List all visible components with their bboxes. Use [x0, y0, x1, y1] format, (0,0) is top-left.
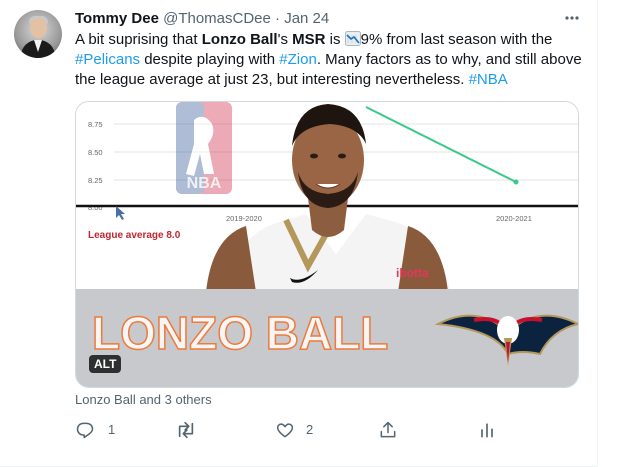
- chart-decreasing-icon: [344, 31, 361, 46]
- alt-text-button[interactable]: ALT: [89, 355, 122, 373]
- y-tick-label: 8.50: [88, 148, 103, 157]
- heart-icon: [276, 423, 294, 438]
- retweet-icon: [178, 421, 194, 439]
- banner-title: LONZO BALL: [92, 307, 388, 359]
- analytics-icon: [481, 423, 493, 438]
- tweet-date[interactable]: Jan 24: [284, 10, 329, 27]
- reply-icon: [76, 422, 94, 439]
- more-options-icon[interactable]: [562, 8, 582, 28]
- reply-count: 1: [108, 422, 116, 437]
- hashtag-nba[interactable]: #NBA: [469, 71, 508, 88]
- author-handle[interactable]: @ThomasCDee: [163, 10, 271, 27]
- nba-logo-text: NBA: [187, 175, 222, 192]
- y-tick-label: 8.75: [88, 120, 103, 129]
- hashtag-pelicans[interactable]: #Pelicans: [75, 51, 140, 68]
- text-part: is: [325, 31, 345, 48]
- text-part: despite playing with: [140, 51, 280, 68]
- trend-point: [513, 179, 519, 185]
- header-separator: ·: [275, 10, 281, 27]
- y-tick-label: 8.25: [88, 176, 103, 185]
- avatar-face: [30, 18, 47, 38]
- author-name[interactable]: Tommy Dee: [75, 10, 159, 27]
- like-count: 2: [306, 422, 314, 437]
- league-average-label: League average 8.0: [88, 230, 181, 241]
- text-part: A bit suprising that: [75, 31, 202, 48]
- author-avatar[interactable]: [14, 10, 62, 58]
- tweet-text: A bit suprising that Lonzo Ball's MSR is…: [75, 30, 583, 90]
- tweet-media-image[interactable]: NBA 8.75 8.50 8.25 8.00 2019-2020 2020-2…: [75, 101, 579, 388]
- timeline-divider: [597, 0, 598, 467]
- reply-button[interactable]: 1: [75, 418, 135, 442]
- share-icon: [380, 421, 396, 438]
- share-button[interactable]: [378, 418, 408, 442]
- retweet-button[interactable]: [175, 418, 235, 442]
- y-tick-label: 8.00: [88, 203, 103, 212]
- x-tick-label: 2019-2020: [226, 214, 262, 223]
- mention-lonzo-ball: Lonzo Ball: [201, 31, 278, 48]
- liked-by-text[interactable]: Lonzo Ball and 3 others: [75, 392, 212, 408]
- tweet-card[interactable]: Tommy Dee @ThomasCDee · Jan 24 A bit sup…: [0, 0, 597, 467]
- tweet-header: Tommy Dee @ThomasCDee · Jan 24: [75, 9, 329, 29]
- analytics-button[interactable]: [477, 418, 507, 442]
- like-button[interactable]: 2: [275, 418, 335, 442]
- hashtag-zion[interactable]: #Zion: [279, 51, 317, 68]
- jersey-sponsor: ibotta: [396, 266, 429, 280]
- text-part: 9% from last season with the: [360, 31, 553, 48]
- msr-term: MSR: [292, 31, 326, 48]
- tweet-actions: 1 2: [70, 418, 590, 442]
- text-part: 's: [277, 31, 293, 48]
- x-tick-label: 2020-2021: [496, 214, 532, 223]
- media-graphic: NBA 8.75 8.50 8.25 8.00 2019-2020 2020-2…: [76, 102, 578, 387]
